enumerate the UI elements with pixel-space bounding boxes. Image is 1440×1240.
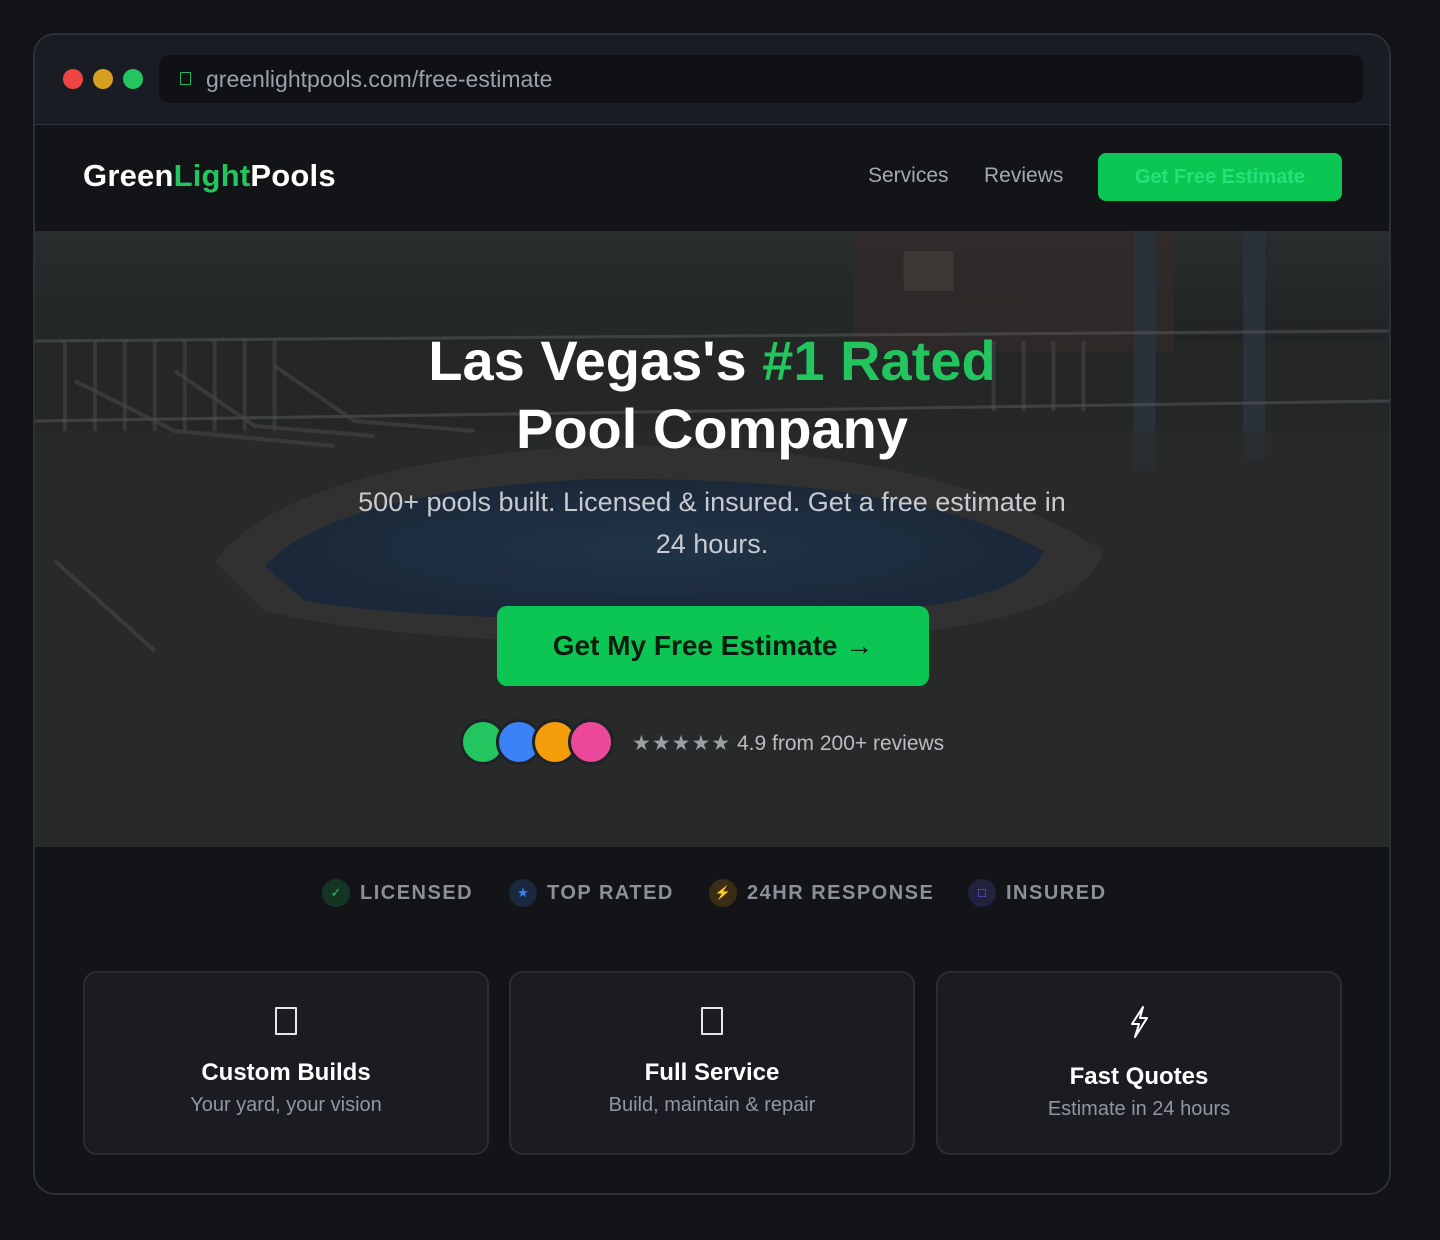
badge-label: 24HR RESPONSE — [747, 882, 935, 904]
logo-part-pools: Pools — [250, 158, 336, 193]
get-free-estimate-button[interactable]: Get Free Estimate — [1098, 153, 1342, 201]
box-icon — [511, 1005, 913, 1039]
lock-icon — [180, 72, 191, 85]
trust-badges-bar: ✓ LICENSED ★ TOP RATED ⚡ 24HR RESPONSE □… — [35, 847, 1389, 957]
nav-link-reviews[interactable]: Reviews — [984, 164, 1063, 188]
check-icon: ✓ — [322, 879, 350, 907]
browser-window: greenlightpools.com/free-estimate GreenL… — [33, 33, 1391, 1195]
feature-title: Fast Quotes — [1069, 1063, 1209, 1090]
rating-text: 4.9 from 200+ reviews — [736, 732, 945, 755]
maximize-window-button[interactable] — [123, 69, 143, 89]
minimize-window-button[interactable] — [93, 69, 113, 89]
subtitle-line2: 24 hours. — [655, 529, 769, 559]
headline-part1: Las Vegas's — [428, 329, 763, 392]
feature-card-full-service[interactable]: Full Service Build, maintain & repair — [509, 971, 915, 1155]
feature-title: Full Service — [644, 1059, 780, 1086]
badge-licensed: ✓ LICENSED — [322, 879, 472, 909]
logo-part-light: Light — [173, 158, 251, 193]
badge-label: INSURED — [1006, 882, 1107, 904]
logo-part-green: Green — [83, 158, 174, 193]
close-window-button[interactable] — [63, 69, 83, 89]
hero-section: Las Vegas's #1 Rated Pool Company 500+ p… — [35, 231, 1389, 847]
feature-card-custom-builds[interactable]: Custom Builds Your yard, your vision — [83, 971, 489, 1155]
lightning-icon — [938, 1005, 1340, 1039]
get-my-free-estimate-button[interactable]: Get My Free Estimate → — [497, 606, 929, 686]
lightning-icon: ⚡ — [709, 879, 737, 907]
headline-highlight: #1 Rated — [762, 329, 996, 392]
feature-title: Custom Builds — [201, 1059, 371, 1086]
site-navbar: GreenLightPools Services Reviews Get Fre… — [35, 126, 1389, 231]
star-rating-icons: ★★★★★ — [632, 732, 732, 755]
reviewer-avatars — [460, 719, 620, 765]
hero-subtitle: 500+ pools built. Licensed & insured. Ge… — [35, 481, 1389, 565]
url-text[interactable]: greenlightpools.com/free-estimate — [206, 67, 552, 91]
nav-link-services[interactable]: Services — [868, 164, 949, 188]
feature-description: Your yard, your vision — [190, 1094, 382, 1116]
badge-insured: □ INSURED — [968, 879, 1118, 909]
hero-content: Las Vegas's #1 Rated Pool Company 500+ p… — [35, 231, 1389, 847]
feature-description: Estimate in 24 hours — [1047, 1098, 1231, 1120]
lightning-glyph — [1131, 1006, 1148, 1038]
subtitle-line1: 500+ pools built. Licensed & insured. Ge… — [358, 487, 1066, 517]
address-bar[interactable]: greenlightpools.com/free-estimate — [159, 55, 1363, 103]
feature-card-fast-quotes[interactable]: Fast Quotes Estimate in 24 hours — [936, 971, 1342, 1155]
rating-summary: ★★★★★ 4.9 from 200+ reviews — [632, 731, 944, 756]
box-icon — [85, 1005, 487, 1039]
headline-line2: Pool Company — [515, 397, 909, 460]
feature-description: Build, maintain & repair — [608, 1094, 816, 1116]
shield-icon: □ — [968, 879, 996, 907]
badge-24hr-response: ⚡ 24HR RESPONSE — [709, 879, 939, 909]
site-logo[interactable]: GreenLightPools — [83, 158, 336, 194]
star-icon: ★ — [509, 879, 537, 907]
badge-label: TOP RATED — [547, 882, 674, 904]
browser-chrome: greenlightpools.com/free-estimate — [35, 35, 1389, 125]
badge-top-rated: ★ TOP RATED — [509, 879, 679, 909]
avatar — [568, 719, 614, 765]
hero-headline: Las Vegas's #1 Rated Pool Company — [35, 327, 1389, 463]
badge-label: LICENSED — [360, 882, 474, 904]
